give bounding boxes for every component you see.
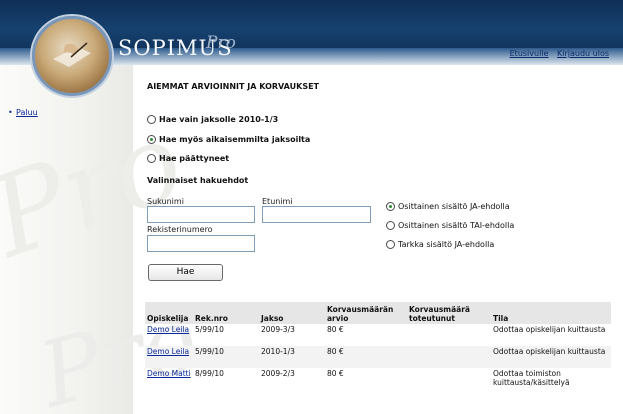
radio-button-checked[interactable] — [386, 202, 395, 211]
period-option-earlier[interactable]: Hae myös aikaisemmilta jaksoilta — [147, 135, 310, 144]
student-link[interactable]: Demo Leila — [147, 325, 189, 334]
match-option-or-partial[interactable]: Osittainen sisältö TAI-ehdolla — [386, 221, 514, 230]
radio-button-checked[interactable] — [147, 135, 156, 144]
table-header-row: Opiskelija Rek.nro Jakso Korvausmäärän a… — [145, 302, 611, 324]
student-link[interactable]: Demo Matti — [147, 369, 191, 378]
home-link[interactable]: Etusivulle — [510, 49, 549, 58]
writing-hand-icon — [53, 42, 91, 67]
logo-image — [32, 16, 112, 96]
radio-button[interactable] — [147, 154, 156, 163]
actual-cell — [407, 368, 491, 390]
student-link[interactable]: Demo Leila — [147, 347, 189, 356]
column-header-status: Tila — [491, 302, 611, 324]
firstname-input[interactable] — [262, 206, 371, 223]
table-row: Demo Leila 5/99/10 2010-1/3 80 € Odottaa… — [145, 346, 611, 368]
main-content: AIEMMAT ARVIOINNIT JA KORVAUKSET Hae vai… — [133, 65, 623, 414]
table-row: Demo Matti 8/99/10 2009-2/3 80 € Odottaa… — [145, 368, 611, 390]
regnum-label: Rekisterinumero — [147, 225, 213, 234]
column-header-regnum: Rek.nro — [193, 302, 259, 324]
period-cell: 2010-1/3 — [259, 346, 325, 368]
status-cell: Odottaa opiskelijan kuittausta — [493, 325, 606, 334]
back-link[interactable]: Paluu — [8, 108, 38, 117]
results-table: Opiskelija Rek.nro Jakso Korvausmäärän a… — [145, 302, 611, 390]
estimate-cell: 80 € — [327, 369, 344, 378]
header-links: Etusivulle Kirjaudu ulos — [504, 49, 609, 58]
radio-button[interactable] — [147, 115, 156, 124]
search-button[interactable]: Hae — [148, 264, 223, 281]
brand-suffix: Pro — [206, 33, 236, 53]
regnum-cell: 8/99/10 — [195, 369, 224, 378]
regnum-cell: 5/99/10 — [195, 325, 224, 334]
table-row: Demo Leila 5/99/10 2009-3/3 80 € Odottaa… — [145, 324, 611, 346]
period-option-current[interactable]: Hae vain jaksolle 2010-1/3 — [147, 115, 278, 124]
column-header-student: Opiskelija — [145, 302, 193, 324]
period-option-ended[interactable]: Hae päättyneet — [147, 154, 229, 163]
firstname-label: Etunimi — [262, 197, 293, 206]
regnum-input[interactable] — [147, 235, 255, 252]
logout-link[interactable]: Kirjaudu ulos — [557, 49, 609, 58]
optional-criteria-heading: Valinnaiset hakuehdot — [147, 176, 249, 185]
surname-input[interactable] — [147, 206, 255, 223]
period-cell: 2009-3/3 — [261, 325, 295, 334]
column-header-estimate: Korvausmäärän arvio — [325, 302, 407, 324]
actual-cell — [407, 324, 491, 346]
regnum-cell: 5/99/10 — [193, 346, 259, 368]
radio-button[interactable] — [386, 221, 395, 230]
status-cell: Odottaa opiskelijan kuittausta — [491, 346, 611, 368]
actual-cell — [407, 346, 491, 368]
period-cell: 2009-2/3 — [261, 369, 295, 378]
match-option-and-exact[interactable]: Tarkka sisältö JA-ehdolla — [386, 240, 494, 249]
match-option-and-partial[interactable]: Osittainen sisältö JA-ehdolla — [386, 202, 510, 211]
radio-button[interactable] — [386, 240, 395, 249]
column-header-actual: Korvausmäärä toteutunut — [407, 302, 491, 324]
page-title: AIEMMAT ARVIOINNIT JA KORVAUKSET — [147, 82, 319, 91]
status-cell: Odottaa toimiston kuittausta/käsittelyä — [493, 369, 570, 387]
estimate-cell: 80 € — [327, 325, 344, 334]
sidebar: Pro Pro — [0, 65, 209, 414]
estimate-cell: 80 € — [325, 346, 407, 368]
surname-label: Sukunimi — [147, 197, 184, 206]
column-header-period: Jakso — [259, 302, 325, 324]
